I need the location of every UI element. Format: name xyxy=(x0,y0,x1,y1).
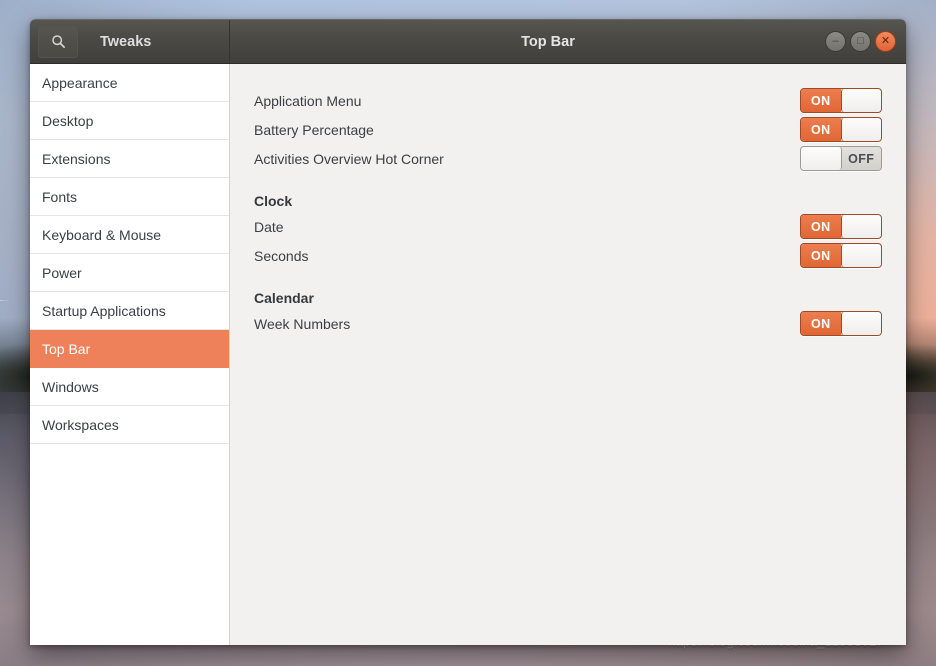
sidebar-item-fonts[interactable]: Fonts xyxy=(30,178,229,216)
sidebar-item-label: Desktop xyxy=(42,112,94,129)
setting-label: Battery Percentage xyxy=(254,121,374,138)
toggle-application-menu[interactable]: ON xyxy=(800,88,882,113)
toggle-knob xyxy=(840,215,881,238)
sidebar-item-label: Appearance xyxy=(42,74,118,91)
toggle-state-label: ON xyxy=(801,89,841,112)
sidebar-item-workspaces[interactable]: Workspaces xyxy=(30,406,229,444)
setting-label: Activities Overview Hot Corner xyxy=(254,150,444,167)
sidebar-item-keyboard-and-mouse[interactable]: Keyboard & Mouse xyxy=(30,216,229,254)
sidebar-item-label: Keyboard & Mouse xyxy=(42,226,162,243)
toggle-knob xyxy=(840,89,881,112)
sidebar-item-extensions[interactable]: Extensions xyxy=(30,140,229,178)
sidebar-item-windows[interactable]: Windows xyxy=(30,368,229,406)
setting-row-application-menu: Application Menu ON xyxy=(254,86,882,115)
setting-row-activities-overview-hot-corner: Activities Overview Hot Corner OFF xyxy=(254,144,882,173)
sidebar-item-label: Fonts xyxy=(42,188,78,205)
window-title: Top Bar xyxy=(521,33,575,50)
setting-label: Application Menu xyxy=(254,92,362,109)
window-body: Appearance Desktop Extensions Fonts Keyb… xyxy=(30,64,906,645)
setting-label: Week Numbers xyxy=(254,315,351,332)
desktop-wallpaper: https://blog.csdn.net/sina_21553627 Twea… xyxy=(0,0,936,666)
window-controls: – □ ✕ xyxy=(825,20,896,63)
toggle-date[interactable]: ON xyxy=(800,214,882,239)
setting-row-week-numbers: Week Numbers ON xyxy=(254,309,882,338)
toggle-activities-overview-hot-corner[interactable]: OFF xyxy=(800,146,882,171)
toggle-state-label: ON xyxy=(801,312,841,335)
sidebar-item-appearance[interactable]: Appearance xyxy=(30,64,229,102)
maximize-button[interactable]: □ xyxy=(850,31,871,52)
search-icon xyxy=(51,35,65,48)
setting-row-battery-percentage: Battery Percentage ON xyxy=(254,115,882,144)
setting-label: Seconds xyxy=(254,247,309,264)
sidebar-item-startup-applications[interactable]: Startup Applications xyxy=(30,292,229,330)
toggle-knob xyxy=(840,312,881,335)
toggle-knob xyxy=(801,147,842,170)
toggle-week-numbers[interactable]: ON xyxy=(800,311,882,336)
close-button[interactable]: ✕ xyxy=(875,31,896,52)
titlebar-center-section: Top Bar – □ ✕ xyxy=(230,20,906,63)
sidebar-item-label: Windows xyxy=(42,378,99,395)
tweaks-window: Tweaks Top Bar – □ ✕ Appearance Desktop … xyxy=(30,19,906,645)
sidebar-item-label: Power xyxy=(42,264,82,281)
toggle-state-label: OFF xyxy=(841,147,881,170)
sidebar-item-desktop[interactable]: Desktop xyxy=(30,102,229,140)
minimize-button[interactable]: – xyxy=(825,31,846,52)
toggle-state-label: ON xyxy=(801,118,841,141)
toggle-battery-percentage[interactable]: ON xyxy=(800,117,882,142)
toggle-knob xyxy=(840,244,881,267)
close-icon: ✕ xyxy=(880,35,891,47)
toggle-knob xyxy=(840,118,881,141)
sidebar-item-top-bar[interactable]: Top Bar xyxy=(30,330,229,368)
sidebar-item-power[interactable]: Power xyxy=(30,254,229,292)
minimize-icon: – xyxy=(832,35,839,47)
group-header-calendar: Calendar xyxy=(254,290,314,306)
toggle-seconds[interactable]: ON xyxy=(800,243,882,268)
window-titlebar[interactable]: Tweaks Top Bar – □ ✕ xyxy=(30,19,906,64)
settings-panel: Application Menu ON Battery Percentage O… xyxy=(230,64,906,645)
app-title: Tweaks xyxy=(100,33,152,50)
search-button[interactable] xyxy=(38,25,78,58)
group-header-clock: Clock xyxy=(254,193,293,209)
setting-label: Date xyxy=(254,218,284,235)
sidebar-nav: Appearance Desktop Extensions Fonts Keyb… xyxy=(30,64,230,645)
setting-row-seconds: Seconds ON xyxy=(254,241,882,270)
toggle-state-label: ON xyxy=(801,244,841,267)
sidebar-item-label: Workspaces xyxy=(42,416,119,433)
maximize-icon: □ xyxy=(857,35,864,47)
titlebar-left-section: Tweaks xyxy=(30,20,230,63)
setting-row-date: Date ON xyxy=(254,212,882,241)
sidebar-item-label: Extensions xyxy=(42,150,111,167)
sidebar-item-label: Top Bar xyxy=(42,340,91,357)
sidebar-item-label: Startup Applications xyxy=(42,302,166,319)
toggle-state-label: ON xyxy=(801,215,841,238)
